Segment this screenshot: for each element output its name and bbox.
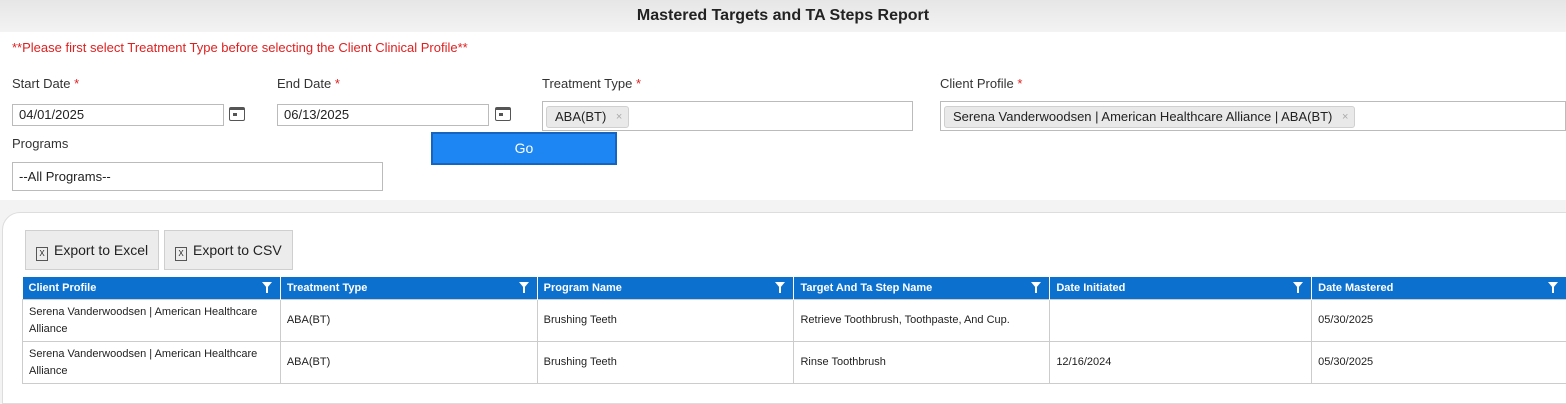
start-date-input[interactable]: 04/01/2025 — [12, 104, 224, 126]
cell-treatment-type: ABA(BT) — [280, 342, 537, 384]
filter-icon[interactable] — [1031, 282, 1041, 288]
client-profile-chip[interactable]: Serena Vanderwoodsen | American Healthca… — [944, 106, 1355, 128]
programs-select[interactable]: --All Programs-- — [12, 162, 383, 191]
warning-text: **Please first select Treatment Type bef… — [12, 40, 468, 55]
client-profile-select[interactable]: Serena Vanderwoodsen | American Healthca… — [940, 101, 1566, 131]
programs-label: Programs — [12, 136, 68, 151]
filter-icon[interactable] — [1548, 282, 1558, 288]
filter-icon[interactable] — [1293, 282, 1303, 288]
end-date-label: End Date * — [277, 76, 340, 91]
chip-remove-icon[interactable]: × — [616, 107, 622, 127]
treatment-type-chip[interactable]: ABA(BT) × — [546, 106, 629, 128]
chip-remove-icon[interactable]: × — [1342, 107, 1348, 127]
client-profile-label: Client Profile * — [940, 76, 1022, 91]
treatment-type-label: Treatment Type * — [542, 76, 641, 91]
excel-icon: X — [175, 247, 187, 261]
column-header-target-step[interactable]: Target And Ta Step Name — [794, 277, 1050, 300]
results-table: Client Profile Treatment Type Program Na… — [22, 277, 1566, 384]
column-header-client-profile[interactable]: Client Profile — [23, 277, 281, 300]
cell-target-step: Rinse Toothbrush — [794, 342, 1050, 384]
column-header-date-mastered[interactable]: Date Mastered — [1312, 277, 1566, 300]
cell-date-initiated: 12/16/2024 — [1050, 342, 1312, 384]
cell-target-step: Retrieve Toothbrush, Toothpaste, And Cup… — [794, 300, 1050, 342]
cell-program-name: Brushing Teeth — [537, 300, 794, 342]
filter-panel: **Please first select Treatment Type bef… — [0, 32, 1566, 200]
table-row[interactable]: Serena Vanderwoodsen | American Healthca… — [23, 300, 1566, 342]
column-header-program-name[interactable]: Program Name — [537, 277, 794, 300]
filter-icon[interactable] — [262, 282, 272, 288]
page-title: Mastered Targets and TA Steps Report — [0, 0, 1566, 32]
go-button[interactable]: Go — [431, 132, 617, 165]
cell-client-profile: Serena Vanderwoodsen | American Healthca… — [23, 300, 281, 342]
cell-program-name: Brushing Teeth — [537, 342, 794, 384]
export-csv-button[interactable]: XExport to CSV — [164, 230, 293, 270]
export-excel-button[interactable]: XExport to Excel — [25, 230, 159, 270]
column-header-treatment-type[interactable]: Treatment Type — [280, 277, 537, 300]
calendar-icon[interactable] — [229, 107, 245, 121]
treatment-type-select[interactable]: ABA(BT) × — [542, 101, 913, 131]
column-header-date-initiated[interactable]: Date Initiated — [1050, 277, 1312, 300]
filter-icon[interactable] — [519, 282, 529, 288]
cell-date-initiated — [1050, 300, 1312, 342]
table-row[interactable]: Serena Vanderwoodsen | American Healthca… — [23, 342, 1566, 384]
calendar-icon[interactable] — [495, 107, 511, 121]
filter-icon[interactable] — [775, 282, 785, 288]
excel-icon: X — [36, 247, 48, 261]
table-header-row: Client Profile Treatment Type Program Na… — [23, 277, 1566, 300]
cell-client-profile: Serena Vanderwoodsen | American Healthca… — [23, 342, 281, 384]
cell-date-mastered: 05/30/2025 — [1312, 342, 1566, 384]
start-date-label: Start Date * — [12, 76, 79, 91]
end-date-input[interactable]: 06/13/2025 — [277, 104, 489, 126]
cell-date-mastered: 05/30/2025 — [1312, 300, 1566, 342]
results-panel: XExport to Excel XExport to CSV Client P… — [2, 212, 1566, 404]
cell-treatment-type: ABA(BT) — [280, 300, 537, 342]
